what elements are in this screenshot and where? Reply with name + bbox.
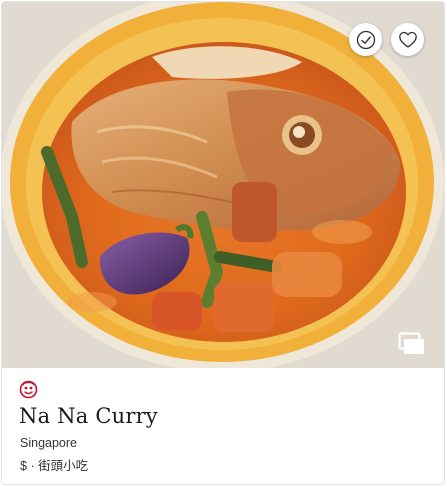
mark-visited-button[interactable] — [349, 23, 382, 56]
check-circle-icon — [356, 30, 375, 49]
cuisine-type: 街頭小吃 — [38, 459, 89, 473]
meta-separator: · — [30, 459, 35, 473]
restaurant-location: Singapore — [20, 436, 77, 450]
restaurant-card[interactable]: Na Na Curry Singapore $ · 街頭小吃 — [1, 1, 445, 485]
fish-head-curry-image — [2, 2, 444, 368]
heart-icon — [398, 31, 417, 48]
save-favorite-button[interactable] — [391, 23, 424, 56]
restaurant-info: Na Na Curry Singapore $ · 街頭小吃 — [2, 368, 444, 484]
michelin-guide-logo — [19, 380, 38, 399]
restaurant-photo[interactable] — [2, 2, 444, 368]
restaurant-meta: $ · 街頭小吃 — [20, 455, 88, 474]
gallery-icon[interactable] — [398, 332, 426, 356]
restaurant-name[interactable]: Na Na Curry — [19, 404, 158, 428]
price-level: $ — [20, 459, 27, 473]
